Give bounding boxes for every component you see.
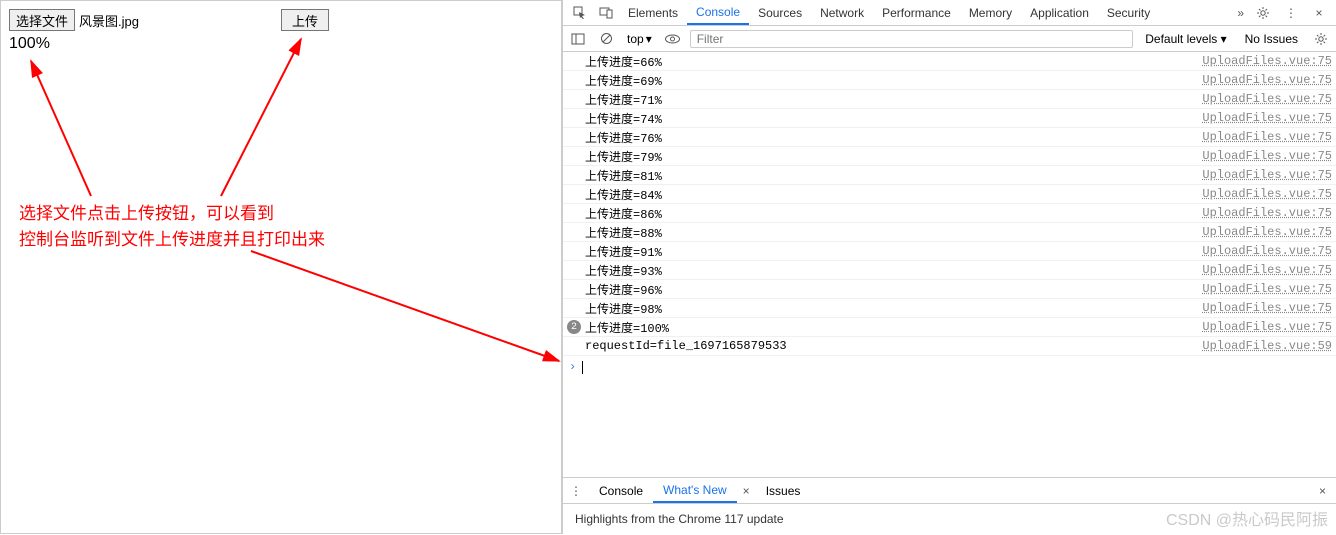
clear-console-icon[interactable] [595, 32, 617, 45]
devtools-drawer: ⋮ Console What's New × Issues × Highligh… [563, 477, 1336, 534]
more-tabs-icon[interactable]: » [1233, 6, 1248, 20]
log-message: 上传进度=100% [585, 319, 1202, 336]
log-message: 上传进度=69% [585, 72, 1202, 89]
prompt-chevron-icon: › [569, 360, 576, 374]
log-message: 上传进度=91% [585, 243, 1202, 260]
console-log-row: 上传进度=88%UploadFiles.vue:75 [563, 223, 1336, 242]
console-log-row: 上传进度=81%UploadFiles.vue:75 [563, 166, 1336, 185]
log-source-link[interactable]: UploadFiles.vue:59 [1202, 339, 1332, 353]
annotation-line-1: 选择文件点击上传按钮，可以看到 [19, 201, 325, 227]
log-message: 上传进度=84% [585, 186, 1202, 203]
drawer-close-icon[interactable]: × [1309, 484, 1336, 498]
tab-sources[interactable]: Sources [749, 0, 811, 25]
log-message: 上传进度=88% [585, 224, 1202, 241]
annotation-text: 选择文件点击上传按钮，可以看到 控制台监听到文件上传进度并且打印出来 [19, 201, 325, 252]
log-source-link[interactable]: UploadFiles.vue:75 [1202, 92, 1332, 106]
devtools-tabs: Elements Console Sources Network Perform… [563, 0, 1336, 26]
inspect-icon[interactable] [567, 0, 593, 25]
annotation-line-2: 控制台监听到文件上传进度并且打印出来 [19, 227, 325, 253]
tab-console[interactable]: Console [687, 0, 749, 25]
console-log-row: 上传进度=98%UploadFiles.vue:75 [563, 299, 1336, 318]
console-log-row: 上传进度=79%UploadFiles.vue:75 [563, 147, 1336, 166]
tab-elements[interactable]: Elements [619, 0, 687, 25]
live-expression-icon[interactable] [662, 34, 684, 44]
device-mode-icon[interactable] [593, 0, 619, 25]
log-message: 上传进度=66% [585, 53, 1202, 70]
console-log-row: 上传进度=91%UploadFiles.vue:75 [563, 242, 1336, 261]
log-message: 上传进度=81% [585, 167, 1202, 184]
drawer-tab-issues[interactable]: Issues [756, 478, 811, 503]
drawer-tab-whatsnew[interactable]: What's New [653, 478, 737, 503]
annotation-arrows [1, 1, 563, 535]
choose-file-button[interactable]: 选择文件 [9, 9, 75, 31]
log-source-link[interactable]: UploadFiles.vue:75 [1202, 244, 1332, 258]
log-count-badge: 2 [567, 320, 581, 334]
page-preview: 选择文件 风景图.jpg 上传 100% 选择文件点击上传按钮，可以看到 控制台… [0, 0, 562, 534]
tab-security[interactable]: Security [1098, 0, 1159, 25]
file-input-row: 选择文件 风景图.jpg 上传 [9, 9, 553, 33]
log-message: 上传进度=96% [585, 281, 1202, 298]
log-source-link[interactable]: UploadFiles.vue:75 [1202, 206, 1332, 220]
log-source-link[interactable]: UploadFiles.vue:75 [1202, 263, 1332, 277]
drawer-menu-icon[interactable]: ⋮ [563, 484, 589, 498]
console-log-row: 上传进度=96%UploadFiles.vue:75 [563, 280, 1336, 299]
log-source-link[interactable]: UploadFiles.vue:75 [1202, 111, 1332, 125]
console-log-row: 上传进度=86%UploadFiles.vue:75 [563, 204, 1336, 223]
context-label: top [627, 32, 644, 46]
log-source-link[interactable]: UploadFiles.vue:75 [1202, 130, 1332, 144]
log-source-link[interactable]: UploadFiles.vue:75 [1202, 282, 1332, 296]
console-log-row: 上传进度=71%UploadFiles.vue:75 [563, 90, 1336, 109]
console-log-row: 上传进度=74%UploadFiles.vue:75 [563, 109, 1336, 128]
close-devtools-icon[interactable]: × [1306, 6, 1332, 20]
console-toolbar: top ▾ Default levels ▾ No Issues [563, 26, 1336, 52]
log-message: requestId=file_1697165879533 [585, 339, 1202, 353]
log-source-link[interactable]: UploadFiles.vue:75 [1202, 225, 1332, 239]
log-source-link[interactable]: UploadFiles.vue:75 [1202, 54, 1332, 68]
devtools-panel: Elements Console Sources Network Perform… [562, 0, 1336, 534]
drawer-body: Highlights from the Chrome 117 update [563, 504, 1336, 534]
settings-icon[interactable] [1250, 6, 1276, 20]
tab-memory[interactable]: Memory [960, 0, 1021, 25]
context-selector[interactable]: top ▾ [623, 32, 656, 46]
console-log-row: 2 上传进度=100%UploadFiles.vue:75 [563, 318, 1336, 337]
drawer-tabs: ⋮ Console What's New × Issues × [563, 478, 1336, 504]
drawer-tab-close-icon[interactable]: × [737, 484, 756, 498]
console-log-row: requestId=file_1697165879533UploadFiles.… [563, 337, 1336, 356]
log-source-link[interactable]: UploadFiles.vue:75 [1202, 149, 1332, 163]
log-message: 上传进度=86% [585, 205, 1202, 222]
log-message: 上传进度=76% [585, 129, 1202, 146]
selected-filename: 风景图.jpg [79, 11, 139, 30]
console-log-row: 上传进度=66%UploadFiles.vue:75 [563, 52, 1336, 71]
log-source-link[interactable]: UploadFiles.vue:75 [1202, 320, 1332, 334]
console-log-row: 上传进度=93%UploadFiles.vue:75 [563, 261, 1336, 280]
log-levels-selector[interactable]: Default levels ▾ [1139, 32, 1232, 46]
upload-button[interactable]: 上传 [281, 9, 329, 31]
tab-application[interactable]: Application [1021, 0, 1098, 25]
log-message: 上传进度=71% [585, 91, 1202, 108]
input-caret [582, 361, 583, 374]
log-source-link[interactable]: UploadFiles.vue:75 [1202, 73, 1332, 87]
kebab-menu-icon[interactable]: ⋮ [1278, 6, 1304, 20]
chevron-down-icon: ▾ [646, 32, 652, 46]
issues-summary: No Issues [1239, 32, 1304, 46]
log-message: 上传进度=79% [585, 148, 1202, 165]
log-message: 上传进度=74% [585, 110, 1202, 127]
console-log-row: 上传进度=76%UploadFiles.vue:75 [563, 128, 1336, 147]
console-log-row: 上传进度=84%UploadFiles.vue:75 [563, 185, 1336, 204]
tab-network[interactable]: Network [811, 0, 873, 25]
sidebar-toggle-icon[interactable] [567, 32, 589, 46]
log-message: 上传进度=93% [585, 262, 1202, 279]
log-source-link[interactable]: UploadFiles.vue:75 [1202, 187, 1332, 201]
tab-performance[interactable]: Performance [873, 0, 960, 25]
console-settings-icon[interactable] [1310, 32, 1332, 46]
console-prompt[interactable]: › [563, 356, 1336, 378]
progress-text: 100% [9, 35, 553, 53]
log-message: 上传进度=98% [585, 300, 1202, 317]
console-output[interactable]: 上传进度=66%UploadFiles.vue:75上传进度=69%Upload… [563, 52, 1336, 477]
drawer-tab-console[interactable]: Console [589, 478, 653, 503]
log-source-link[interactable]: UploadFiles.vue:75 [1202, 168, 1332, 182]
filter-input[interactable] [690, 30, 1134, 48]
console-log-row: 上传进度=69%UploadFiles.vue:75 [563, 71, 1336, 90]
log-source-link[interactable]: UploadFiles.vue:75 [1202, 301, 1332, 315]
